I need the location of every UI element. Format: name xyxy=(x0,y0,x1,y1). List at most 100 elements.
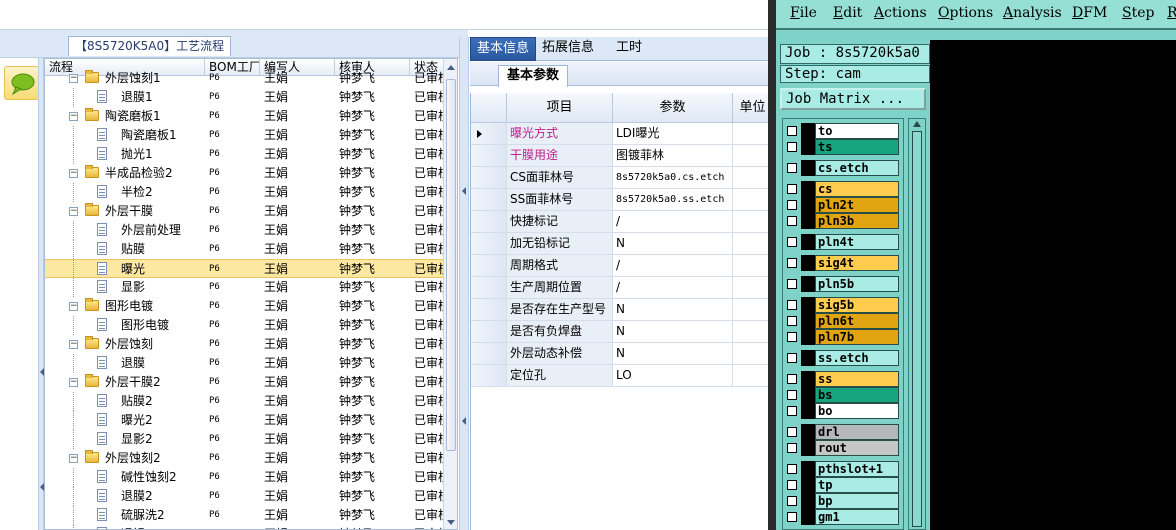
layer-selector[interactable] xyxy=(801,440,815,456)
collapse-toggle-icon[interactable]: − xyxy=(69,302,78,311)
tree-row[interactable]: 半检2 P6 王娟 钟梦飞 已审核 xyxy=(45,183,450,202)
tree-row[interactable]: 碱性蚀刻2 P6 王娟 钟梦飞 已审核 xyxy=(45,468,450,487)
tree-row[interactable]: − 图形电镀 P6 王娟 钟梦飞 已审核 xyxy=(45,297,450,316)
layer-selector[interactable] xyxy=(801,371,815,387)
tree-row[interactable]: 退膜1 P6 王娟 钟梦飞 已审核 xyxy=(45,88,450,107)
tree-row[interactable]: 显影 P6 王娟 钟梦飞 已审核 xyxy=(45,278,450,297)
layer-selector[interactable] xyxy=(801,477,815,493)
row-indicator[interactable] xyxy=(471,123,507,145)
tree-row[interactable]: − 外层蚀刻2 P6 王娟 钟梦飞 已审核 xyxy=(45,449,450,468)
layer-name[interactable]: tp xyxy=(815,477,899,493)
collapse-toggle-icon[interactable]: − xyxy=(69,74,78,83)
param-value[interactable]: N xyxy=(613,343,733,365)
layer-name[interactable]: drl xyxy=(815,424,899,440)
row-indicator[interactable] xyxy=(471,343,507,365)
scroll-down-arrow-icon[interactable] xyxy=(447,520,455,525)
layer-name[interactable]: bs xyxy=(815,387,899,403)
job-matrix-button[interactable]: Job Matrix ... xyxy=(780,88,926,110)
layer-selector[interactable] xyxy=(801,276,815,292)
collapse-toggle-icon[interactable]: − xyxy=(69,454,78,463)
layer-checkbox[interactable] xyxy=(787,390,797,400)
param-value[interactable]: / xyxy=(613,255,733,277)
layer-selector[interactable] xyxy=(801,350,815,366)
layer-name[interactable]: sig4t xyxy=(815,255,899,271)
layer-selector[interactable] xyxy=(801,329,815,345)
layer-name[interactable]: gm1 xyxy=(815,509,899,525)
tab-basic-params[interactable]: 基本参数 xyxy=(498,65,569,87)
layer-row[interactable]: pln6t xyxy=(785,313,901,329)
param-row[interactable]: 加无铅标记 N xyxy=(471,233,768,255)
layer-selector[interactable] xyxy=(801,493,815,509)
middle-splitter[interactable] xyxy=(459,37,469,530)
layer-checkbox[interactable] xyxy=(787,300,797,310)
layer-checkbox[interactable] xyxy=(787,316,797,326)
layer-row[interactable]: pln4t xyxy=(785,234,901,250)
scroll-up-arrow-icon[interactable] xyxy=(447,65,455,70)
param-row[interactable]: CS面菲林号 8s5720k5a0.cs.etch xyxy=(471,167,768,189)
layer-selector[interactable] xyxy=(801,297,815,313)
collapse-arrow-icon[interactable] xyxy=(462,187,466,195)
layer-checkbox[interactable] xyxy=(787,374,797,384)
param-value[interactable]: / xyxy=(613,277,733,299)
scroll-track[interactable] xyxy=(912,131,922,527)
tree-vertical-scrollbar[interactable] xyxy=(443,59,457,529)
layer-name[interactable]: cs xyxy=(815,181,899,197)
process-flow-tree[interactable]: 流程 BOM工厂 编写人 核审人 状态 − 外层蚀刻1 P6 王娟 钟梦飞 已审核 退膜1 P6 王娟钟… xyxy=(44,58,458,530)
param-row[interactable]: 干膜用途 图镀菲林 xyxy=(471,145,768,167)
layer-name[interactable]: cs.etch xyxy=(815,160,899,176)
tree-row[interactable]: − 外层蚀刻1 P6 王娟 钟梦飞 已审核 xyxy=(45,69,450,88)
layer-row[interactable]: pln2t xyxy=(785,197,901,213)
param-value[interactable]: N xyxy=(613,299,733,321)
layer-name[interactable]: pln6t xyxy=(815,313,899,329)
param-row[interactable]: 是否有负焊盘 N xyxy=(471,321,768,343)
graphics-canvas[interactable] xyxy=(930,40,1176,530)
layer-name[interactable]: pln4t xyxy=(815,234,899,250)
menu-file[interactable]: File xyxy=(790,5,817,21)
layer-name[interactable]: ss xyxy=(815,371,899,387)
row-indicator[interactable] xyxy=(471,189,507,211)
layer-checkbox[interactable] xyxy=(787,258,797,268)
row-indicator[interactable] xyxy=(471,145,507,167)
layer-row[interactable]: ts xyxy=(785,139,901,155)
layer-checkbox[interactable] xyxy=(787,332,797,342)
row-indicator[interactable] xyxy=(471,299,507,321)
layer-checkbox[interactable] xyxy=(787,279,797,289)
layer-name[interactable]: to xyxy=(815,123,899,139)
layer-list-scrollbar[interactable] xyxy=(908,118,926,530)
layer-row[interactable]: ss xyxy=(785,371,901,387)
param-row[interactable]: 快捷标记 / xyxy=(471,211,768,233)
layer-row[interactable]: bo xyxy=(785,403,901,419)
row-indicator[interactable] xyxy=(471,255,507,277)
tree-row[interactable]: 显影2 P6 王娟 钟梦飞 已审核 xyxy=(45,430,450,449)
tree-row[interactable]: 贴膜 P6 王娟 钟梦飞 已审核 xyxy=(45,240,450,259)
row-indicator[interactable] xyxy=(471,321,507,343)
param-row[interactable]: 曝光方式 LDI曝光 xyxy=(471,123,768,145)
chat-button[interactable] xyxy=(4,66,40,100)
tree-row[interactable]: − 外层蚀刻 P6 王娟 钟梦飞 已审核 xyxy=(45,335,450,354)
tree-row[interactable]: 退膜 P6 王娟 钟梦飞 已审核 xyxy=(45,354,450,373)
param-row[interactable]: 生产周期位置 / xyxy=(471,277,768,299)
tree-row[interactable]: 退膜2 P6 王娟 钟梦飞 已审核 xyxy=(45,487,450,506)
layer-selector[interactable] xyxy=(801,123,815,139)
param-value[interactable]: LDI曝光 xyxy=(613,123,733,145)
param-value[interactable]: 8s5720k5a0.ss.etch xyxy=(613,189,733,211)
layer-checkbox[interactable] xyxy=(787,163,797,173)
layer-name[interactable]: pln5b xyxy=(815,276,899,292)
layer-row[interactable]: tp xyxy=(785,477,901,493)
tree-row[interactable]: 曝光2 P6 王娟 钟梦飞 已审核 xyxy=(45,411,450,430)
layer-selector[interactable] xyxy=(801,160,815,176)
layer-checkbox[interactable] xyxy=(787,216,797,226)
menu-step[interactable]: Step xyxy=(1122,5,1154,21)
layer-name[interactable]: pln2t xyxy=(815,197,899,213)
tab-extended-info[interactable]: 拓展信息 xyxy=(536,37,600,61)
row-indicator[interactable] xyxy=(471,211,507,233)
layer-name[interactable]: pthslot+1 xyxy=(815,461,899,477)
layer-checkbox[interactable] xyxy=(787,142,797,152)
flow-title-tab[interactable]: 【8S5720K5A0】工艺流程 xyxy=(68,36,232,56)
menu-dfm[interactable]: DFM xyxy=(1072,5,1107,21)
tab-basic-info[interactable]: 基本信息 xyxy=(470,37,537,61)
layer-checkbox[interactable] xyxy=(787,464,797,474)
tree-row[interactable]: 外层前处理 P6 王娟 钟梦飞 已审核 xyxy=(45,221,450,240)
menu-actions[interactable]: Actions xyxy=(874,5,927,21)
layer-checkbox[interactable] xyxy=(787,353,797,363)
